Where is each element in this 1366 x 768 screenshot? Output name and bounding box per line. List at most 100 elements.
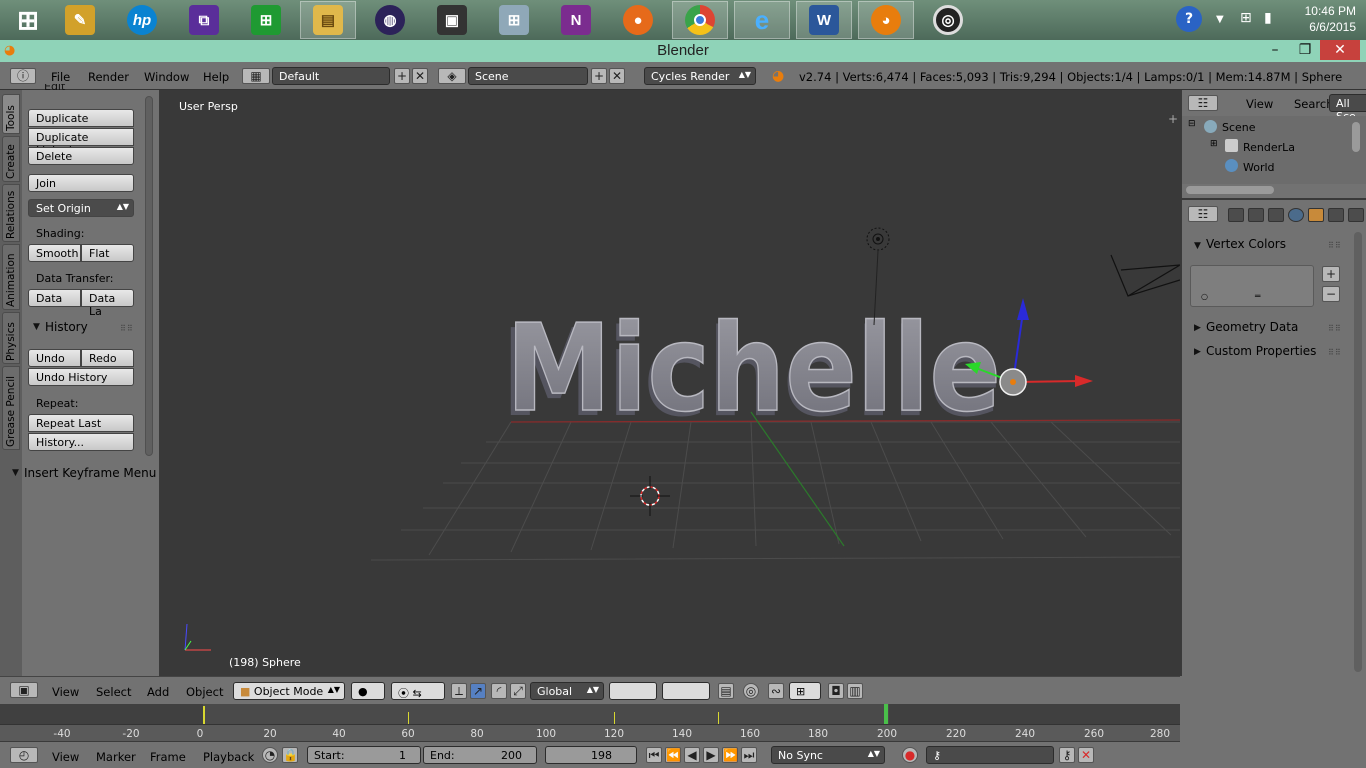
timeline-menu-frame[interactable]: Frame (150, 750, 186, 764)
3d-cursor[interactable] (630, 476, 670, 516)
taskbar-app-explorer[interactable]: ▤ (300, 1, 356, 39)
modifiers-tab-icon[interactable] (1348, 208, 1364, 222)
scene-tab-icon[interactable] (1268, 208, 1284, 222)
menu-file[interactable]: File (51, 70, 70, 84)
taskbar-app-firefox[interactable]: ● (610, 1, 666, 39)
transform-orientation-select[interactable]: Global ▲▼ (530, 682, 604, 700)
panel-expand-icon[interactable]: ▶ (1194, 347, 1201, 357)
jump-prev-keyframe-icon[interactable]: ⏪ (665, 747, 681, 763)
opengl-render-animation-icon[interactable]: ▥ (847, 683, 863, 699)
end-frame-field[interactable]: End: 200 (423, 746, 537, 764)
show-hidden-icons-icon[interactable]: ▼ (1216, 14, 1224, 25)
list-grip-icon[interactable]: ═ (1255, 292, 1260, 302)
drag-grip-icon[interactable]: ⠿⠿ (1328, 348, 1342, 357)
translate-manipulator-icon[interactable]: ↗ (470, 683, 486, 699)
manipulator-toggle-icon[interactable]: ⟂ (451, 683, 467, 699)
network-icon[interactable]: ▮ (1264, 10, 1272, 26)
timeline-area[interactable]: -40 -20 0 20 40 60 80 100 120 140 160 18… (0, 704, 1180, 741)
timeline-menu-playback[interactable]: Playback (203, 750, 254, 764)
render-engine-select[interactable]: Cycles Render ▲▼ (644, 67, 756, 85)
timeline-menu-view[interactable]: View (52, 750, 79, 764)
minimize-button[interactable]: – (1260, 40, 1290, 60)
timeline-ruler[interactable]: -40 -20 0 20 40 60 80 100 120 140 160 18… (0, 724, 1180, 741)
current-frame-field[interactable]: 198 (545, 746, 637, 764)
panel-collapse-icon[interactable]: ▼ (1194, 241, 1201, 251)
tab-create[interactable]: Create (2, 136, 20, 182)
duplicate-linked-button[interactable]: Duplicate Linked (28, 128, 134, 157)
taskbar-app-chrome[interactable] (672, 1, 728, 39)
outliner-v-scrollbar[interactable] (1352, 122, 1360, 152)
close-button[interactable]: ✕ (1320, 40, 1360, 60)
tab-tools[interactable]: Tools (2, 94, 20, 134)
drag-grip-icon[interactable]: ⠿⠿ (1328, 241, 1342, 250)
taskbar-app-calculator[interactable]: ⊞ (486, 1, 542, 39)
data-transfer-button[interactable]: Data (28, 289, 81, 307)
properties-scrollbar[interactable] (1354, 232, 1362, 672)
delete-button[interactable]: Delete (28, 147, 134, 165)
3d-menu-add[interactable]: Add (147, 685, 169, 699)
remove-vertex-color-icon[interactable]: − (1322, 286, 1340, 302)
3d-menu-object[interactable]: Object (186, 685, 223, 699)
geometry-data-panel-header[interactable]: Geometry Data (1206, 320, 1298, 334)
taskbar-app-tools[interactable]: ✎ (52, 1, 108, 39)
list-resize-icon[interactable]: ○ (1201, 292, 1208, 301)
taskbar-app-onenote[interactable]: N (548, 1, 604, 39)
panel-collapse-icon[interactable]: ▼ (33, 322, 40, 332)
remove-scene-icon[interactable]: ✕ (609, 68, 625, 84)
render-tab-icon[interactable] (1228, 208, 1244, 222)
expand-icon[interactable]: ⊞ (1210, 139, 1218, 149)
jump-end-icon[interactable]: ⏭ (741, 747, 757, 763)
proportional-edit-icon[interactable]: ◎ (743, 683, 759, 699)
jump-start-icon[interactable]: ⏮ (646, 747, 662, 763)
3d-menu-view[interactable]: View (52, 685, 79, 699)
expand-icon[interactable]: ⊟ (1188, 119, 1196, 129)
menu-render[interactable]: Render (88, 70, 129, 84)
redo-button[interactable]: Redo (81, 349, 134, 367)
menu-help[interactable]: Help (203, 70, 229, 84)
toggle-properties-region-icon[interactable]: + (1168, 112, 1178, 126)
add-scene-icon[interactable]: + (591, 68, 607, 84)
preview-range-icon[interactable]: ◔ (262, 747, 278, 763)
outliner-item-world[interactable]: World (1243, 161, 1275, 174)
vertex-colors-list[interactable]: ○ ═ (1190, 265, 1314, 307)
history-panel-header[interactable]: History (45, 320, 88, 334)
delete-keyframe-icon[interactable]: ✕ (1078, 747, 1094, 763)
record-icon[interactable]: ● (902, 747, 918, 763)
text-object[interactable]: Michelle (505, 299, 1002, 440)
outliner-menu-search[interactable]: Search (1294, 97, 1334, 111)
interaction-mode-select[interactable]: ■ Object Mode ▲▼ (233, 682, 345, 700)
help-alert-icon[interactable]: ? (1176, 6, 1202, 32)
snap-element-select[interactable]: ⊞ (789, 682, 821, 700)
shade-smooth-button[interactable]: Smooth (28, 244, 81, 262)
sync-mode-select[interactable]: No Sync ▲▼ (771, 746, 885, 764)
taskbar-app-hp[interactable]: hp (114, 1, 170, 39)
insert-keyframe-icon[interactable]: ⚷ (1059, 747, 1075, 763)
custom-properties-panel-header[interactable]: Custom Properties (1206, 344, 1316, 358)
screen-layout-field[interactable]: Default (272, 67, 390, 85)
keyframe-marker[interactable] (408, 712, 409, 724)
outliner-item-render-layers[interactable]: RenderLa (1243, 141, 1295, 154)
3d-viewport[interactable]: Michelle Michelle User Persp (198) Spher… (161, 90, 1180, 676)
lock-layers-icon[interactable]: ▤ (718, 683, 734, 699)
rotate-manipulator-icon[interactable]: ◜ (491, 683, 507, 699)
viewport-shading-select[interactable]: ● (351, 682, 385, 700)
keyframe-marker[interactable] (614, 712, 615, 724)
taskbar-app-eclipse[interactable]: ◍ (362, 1, 418, 39)
shade-flat-button[interactable]: Flat (81, 244, 134, 262)
taskbar-app-visual-studio[interactable]: ⧉ (176, 1, 232, 39)
outliner-display-mode[interactable]: All Sce (1329, 94, 1366, 123)
lock-range-icon[interactable]: 🔒 (282, 747, 298, 763)
tab-grease-pencil[interactable]: Grease Pencil (2, 366, 20, 450)
clock[interactable]: 10:46 PM 6/6/2015 (1305, 3, 1356, 35)
taskbar-app-remote[interactable]: ▣ (424, 1, 480, 39)
tab-relations[interactable]: Relations (2, 184, 20, 242)
repeat-last-button[interactable]: Repeat Last (28, 414, 134, 432)
drag-grip-icon[interactable]: ⠿⠿ (1328, 324, 1342, 333)
undo-history-button[interactable]: Undo History (28, 368, 134, 386)
constraints-tab-icon[interactable] (1328, 208, 1344, 222)
start-frame-field[interactable]: Start: 1 (307, 746, 421, 764)
data-layout-button[interactable]: Data La (81, 289, 134, 318)
opengl-render-image-icon[interactable]: ◘ (828, 683, 844, 699)
outliner-editor-icon[interactable]: ☷ (1188, 95, 1218, 111)
keyframe-marker[interactable] (718, 712, 719, 724)
